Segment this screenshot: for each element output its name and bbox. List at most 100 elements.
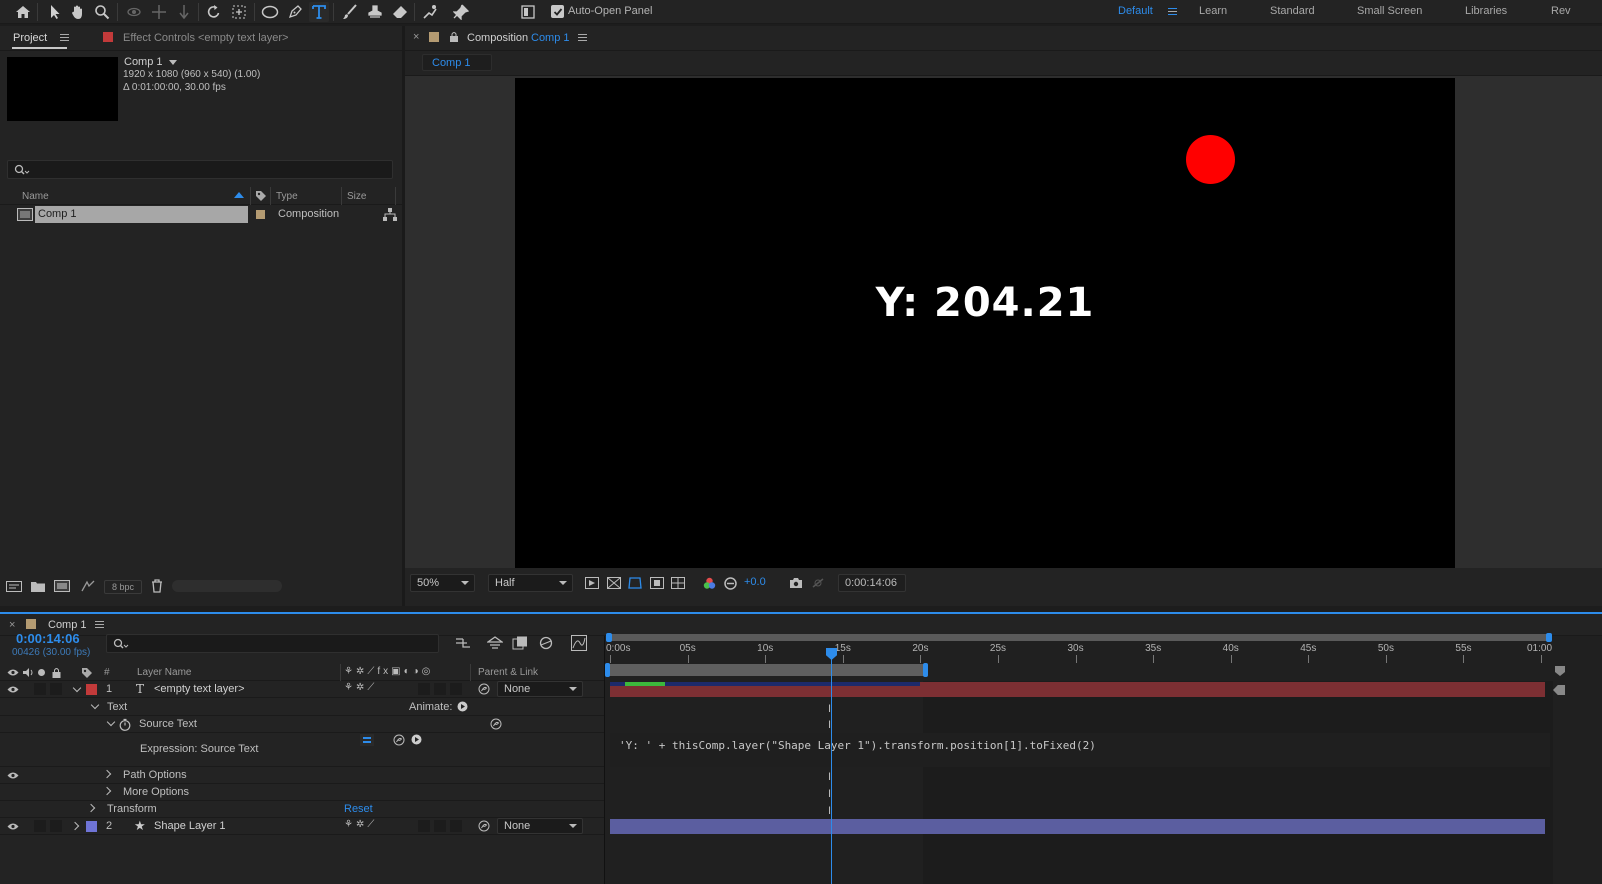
collapse-chevron-icon[interactable] xyxy=(70,821,80,831)
column-size[interactable]: Size xyxy=(347,191,366,202)
grid-guides-icon[interactable] xyxy=(671,577,685,589)
chevron-down-icon[interactable] xyxy=(169,60,177,65)
expand-chevron-icon[interactable] xyxy=(72,683,82,693)
transparency-grid-icon[interactable] xyxy=(607,577,621,589)
more-options-keyframe-icon[interactable]: I xyxy=(828,788,831,800)
column-layer-name[interactable]: Layer Name xyxy=(137,667,191,678)
expression-code[interactable]: 'Y: ' + thisComp.layer("Shape Layer 1").… xyxy=(619,739,1096,752)
work-area-bar[interactable] xyxy=(609,664,925,676)
orbit-camera-icon[interactable] xyxy=(124,2,144,22)
playhead-line[interactable] xyxy=(831,658,832,884)
new-folder-icon[interactable] xyxy=(31,580,45,592)
home-icon[interactable] xyxy=(13,2,33,22)
rotation-tool-icon[interactable] xyxy=(204,2,224,22)
sort-ascending-icon[interactable] xyxy=(234,192,244,198)
lock-icon[interactable] xyxy=(449,31,459,43)
navigator-start-handle[interactable] xyxy=(606,633,612,642)
animate-label[interactable]: Animate: xyxy=(409,701,452,713)
timeline-search-input[interactable] xyxy=(106,634,439,653)
switch-box[interactable] xyxy=(434,683,446,695)
zoom-dropdown[interactable]: 50% xyxy=(410,574,475,592)
anchor-point-icon[interactable] xyxy=(229,2,249,22)
switch-box[interactable] xyxy=(450,820,462,832)
column-type[interactable]: Type xyxy=(276,191,298,202)
prop-row-source-text[interactable]: Source Text xyxy=(0,716,604,733)
layer-switches[interactable]: ⚘✲⟋ xyxy=(344,682,377,693)
dolly-camera-icon[interactable] xyxy=(174,2,194,22)
item-name[interactable]: Comp 1 xyxy=(38,208,77,220)
layer-row-2[interactable]: 2 ★ Shape Layer 1 ⚘✲⟋ None xyxy=(0,818,604,835)
collapse-chevron-icon[interactable] xyxy=(102,786,112,796)
composition-tab-comp-name[interactable]: Comp 1 xyxy=(531,32,570,44)
workspace-libraries[interactable]: Libraries xyxy=(1465,5,1507,17)
layer-name[interactable]: <empty text layer> xyxy=(154,683,245,695)
work-area-end-handle[interactable] xyxy=(923,663,928,677)
label-tag-icon[interactable] xyxy=(255,190,267,202)
close-icon[interactable]: × xyxy=(9,619,15,631)
brush-tool-icon[interactable] xyxy=(340,2,360,22)
layer-visibility-eye-icon[interactable] xyxy=(7,685,19,694)
pick-whip-icon[interactable] xyxy=(478,820,490,832)
show-snapshot-icon[interactable] xyxy=(811,577,825,589)
parent-dropdown[interactable]: None xyxy=(497,818,583,834)
composition-tab-title[interactable]: Composition xyxy=(467,32,528,44)
hand-tool-icon[interactable] xyxy=(68,2,88,22)
layer-label-color[interactable] xyxy=(86,821,97,832)
expression-enable-icon[interactable] xyxy=(360,734,374,746)
workspace-menu-icon[interactable] xyxy=(1168,8,1177,15)
expression-pick-whip-icon[interactable] xyxy=(393,734,405,746)
region-of-interest-icon[interactable] xyxy=(650,577,664,589)
workspace-review[interactable]: Rev xyxy=(1551,5,1571,17)
workspace-panel-icon[interactable] xyxy=(518,2,538,22)
hide-shy-layers-icon[interactable] xyxy=(512,636,528,650)
project-item-row[interactable]: Comp 1 Composition xyxy=(0,206,402,223)
exposure-value[interactable]: +0.0 xyxy=(744,576,766,588)
comp-canvas[interactable]: Y: 204.21 xyxy=(515,78,1455,568)
project-tab[interactable]: Project xyxy=(13,32,47,44)
auto-open-label[interactable]: Auto-Open Panel xyxy=(568,5,652,17)
switch-box[interactable] xyxy=(434,820,446,832)
transform-reset-link[interactable]: Reset xyxy=(344,803,373,815)
exposure-reset-icon[interactable] xyxy=(724,577,737,590)
collapse-chevron-icon[interactable] xyxy=(86,803,96,813)
video-eye-icon[interactable] xyxy=(7,668,19,677)
solo-switch[interactable] xyxy=(34,820,46,832)
source-text-keyframe-icon[interactable]: I xyxy=(828,703,831,715)
navigator-end-handle[interactable] xyxy=(1546,633,1552,642)
lock-switch[interactable] xyxy=(50,820,62,832)
zoom-tool-icon[interactable] xyxy=(92,2,112,22)
layer-row-1[interactable]: 1 T <empty text layer> ⚘✲⟋ None xyxy=(0,681,604,698)
pan-camera-icon[interactable] xyxy=(149,2,169,22)
time-ruler[interactable]: 0:00s 05s 10s 15s 20s 25s 30s 35s 40s 45s 50s 55s 01… xyxy=(606,643,1553,663)
interpret-footage-icon[interactable] xyxy=(6,581,22,592)
column-parent-link[interactable]: Parent & Link xyxy=(478,667,538,678)
lock-switch[interactable] xyxy=(50,683,62,695)
source-text-keyframe-icon[interactable]: I xyxy=(828,719,831,731)
property-eye-icon[interactable] xyxy=(7,771,19,780)
audio-speaker-icon[interactable] xyxy=(22,667,34,678)
timeline-menu-icon[interactable] xyxy=(95,621,104,628)
stopwatch-icon[interactable] xyxy=(119,718,131,731)
composition-menu-icon[interactable] xyxy=(578,34,587,41)
expression-language-menu-icon[interactable] xyxy=(411,734,422,745)
collapse-chevron-icon[interactable] xyxy=(102,769,112,779)
graph-editor-icon[interactable] xyxy=(571,635,587,651)
pick-whip-icon[interactable] xyxy=(490,718,502,730)
flowchart-icon[interactable] xyxy=(383,208,397,221)
lock-icon[interactable] xyxy=(52,667,61,678)
expression-editor[interactable]: 'Y: ' + thisComp.layer("Shape Layer 1").… xyxy=(610,733,1550,767)
prop-row-more-options[interactable]: More Options xyxy=(0,784,604,801)
expand-chevron-icon[interactable] xyxy=(106,717,116,727)
column-name[interactable]: Name xyxy=(22,191,49,202)
layer-2-duration-bar[interactable] xyxy=(610,819,1545,834)
resolution-dropdown[interactable]: Half xyxy=(488,574,573,592)
workspace-small-screen[interactable]: Small Screen xyxy=(1357,5,1422,17)
frame-blending-icon[interactable] xyxy=(538,636,554,650)
switch-box[interactable] xyxy=(418,683,430,695)
prop-row-text[interactable]: Text Animate: xyxy=(0,699,604,716)
timeline-tab-title[interactable]: Comp 1 xyxy=(48,619,87,631)
ellipse-tool-icon[interactable] xyxy=(260,2,280,22)
new-composition-icon[interactable] xyxy=(54,580,70,592)
pick-whip-icon[interactable] xyxy=(478,683,490,695)
comp-breadcrumb[interactable]: Comp 1 xyxy=(422,54,492,71)
